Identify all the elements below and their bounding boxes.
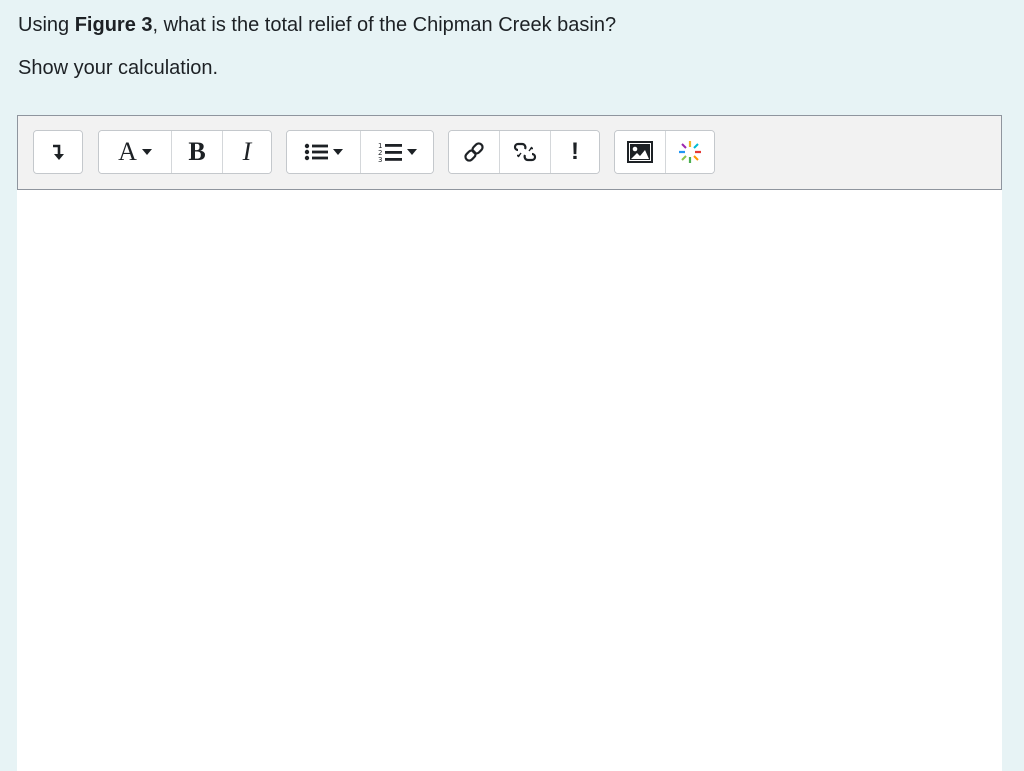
ordered-list-button[interactable]: 1 2 3 [361,131,433,173]
no-autolink-button[interactable]: ! [551,131,599,173]
link-button[interactable] [449,131,500,173]
editor-toolbar: A B I 1 2 3 ! [17,115,1002,190]
question-prefix: Using [18,14,75,36]
collapse-toolbar-button[interactable] [34,131,82,173]
toolbar-group-media [614,130,715,174]
unordered-list-icon [304,143,328,161]
insert-image-button[interactable] [615,131,666,173]
unlink-icon [513,142,537,162]
bold-icon: B [188,137,206,166]
chevron-down-icon [333,149,343,155]
chevron-down-icon [406,149,417,155]
unlink-button[interactable] [500,131,551,173]
question-prompt: Using Figure 3, what is the total relief… [18,12,1008,38]
question-text: Using Figure 3, what is the total relief… [18,12,1008,81]
italic-button[interactable]: I [223,131,271,173]
ordered-list-icon: 1 2 3 [378,142,402,163]
chevron-down-icon [141,149,152,155]
media-sparkle-icon [679,141,701,163]
font-style-label: A [118,137,137,166]
italic-icon: I [242,137,252,166]
rich-text-editor: A B I 1 2 3 ! [17,115,1002,771]
toolbar-group-text-style: A B I [98,130,272,174]
link-icon [464,142,484,162]
bold-button[interactable]: B [172,131,223,173]
toolbar-group-collapse [33,130,83,174]
question-instruction: Show your calculation. [18,57,219,79]
unordered-list-button[interactable] [287,131,361,173]
figure-reference: Figure 3 [74,14,153,36]
no-autolink-icon: ! [571,138,579,165]
toolbar-group-lists: 1 2 3 [286,130,434,174]
editor-content-area[interactable] [17,190,1002,771]
toolbar-group-links: ! [448,130,600,174]
question-suffix: , what is the total relief of the Chipma… [152,14,617,36]
font-style-dropdown-button[interactable]: A [99,131,172,173]
svg-text:3: 3 [378,156,382,163]
insert-media-button[interactable] [666,131,714,173]
collapse-arrow-icon [53,144,64,160]
image-icon [627,141,653,163]
